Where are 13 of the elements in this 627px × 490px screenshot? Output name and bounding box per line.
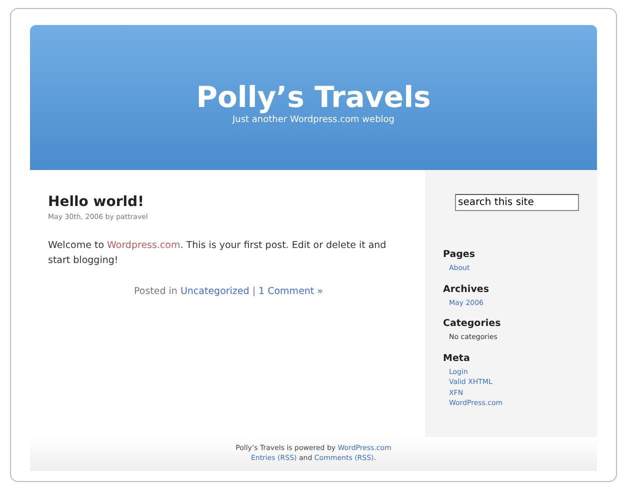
sidebar-heading: Meta	[443, 352, 471, 364]
site-tagline: Just another Wordpress.com weblog	[232, 115, 395, 126]
sidebar-heading: Archives	[443, 284, 490, 294]
search-field[interactable]: search this site	[455, 194, 579, 211]
post-link[interactable]: 1 Comment »	[258, 286, 323, 298]
sidebar-heading: Categories	[443, 318, 502, 329]
post-footer: Posted in Uncategorized | 1 Comment »	[48, 286, 409, 298]
post-title[interactable]: Hello world!	[48, 194, 409, 210]
site-title[interactable]: Polly’s Travels	[196, 82, 431, 114]
post-body: Welcome to Wordpress.com. This is your first post. Edit or delete it and start blogging!	[48, 239, 388, 268]
sidebar-heading: Pages	[443, 249, 476, 260]
post-link[interactable]: Uncategorized	[180, 286, 250, 298]
wordpress-link[interactable]: Wordpress.com	[107, 240, 180, 251]
